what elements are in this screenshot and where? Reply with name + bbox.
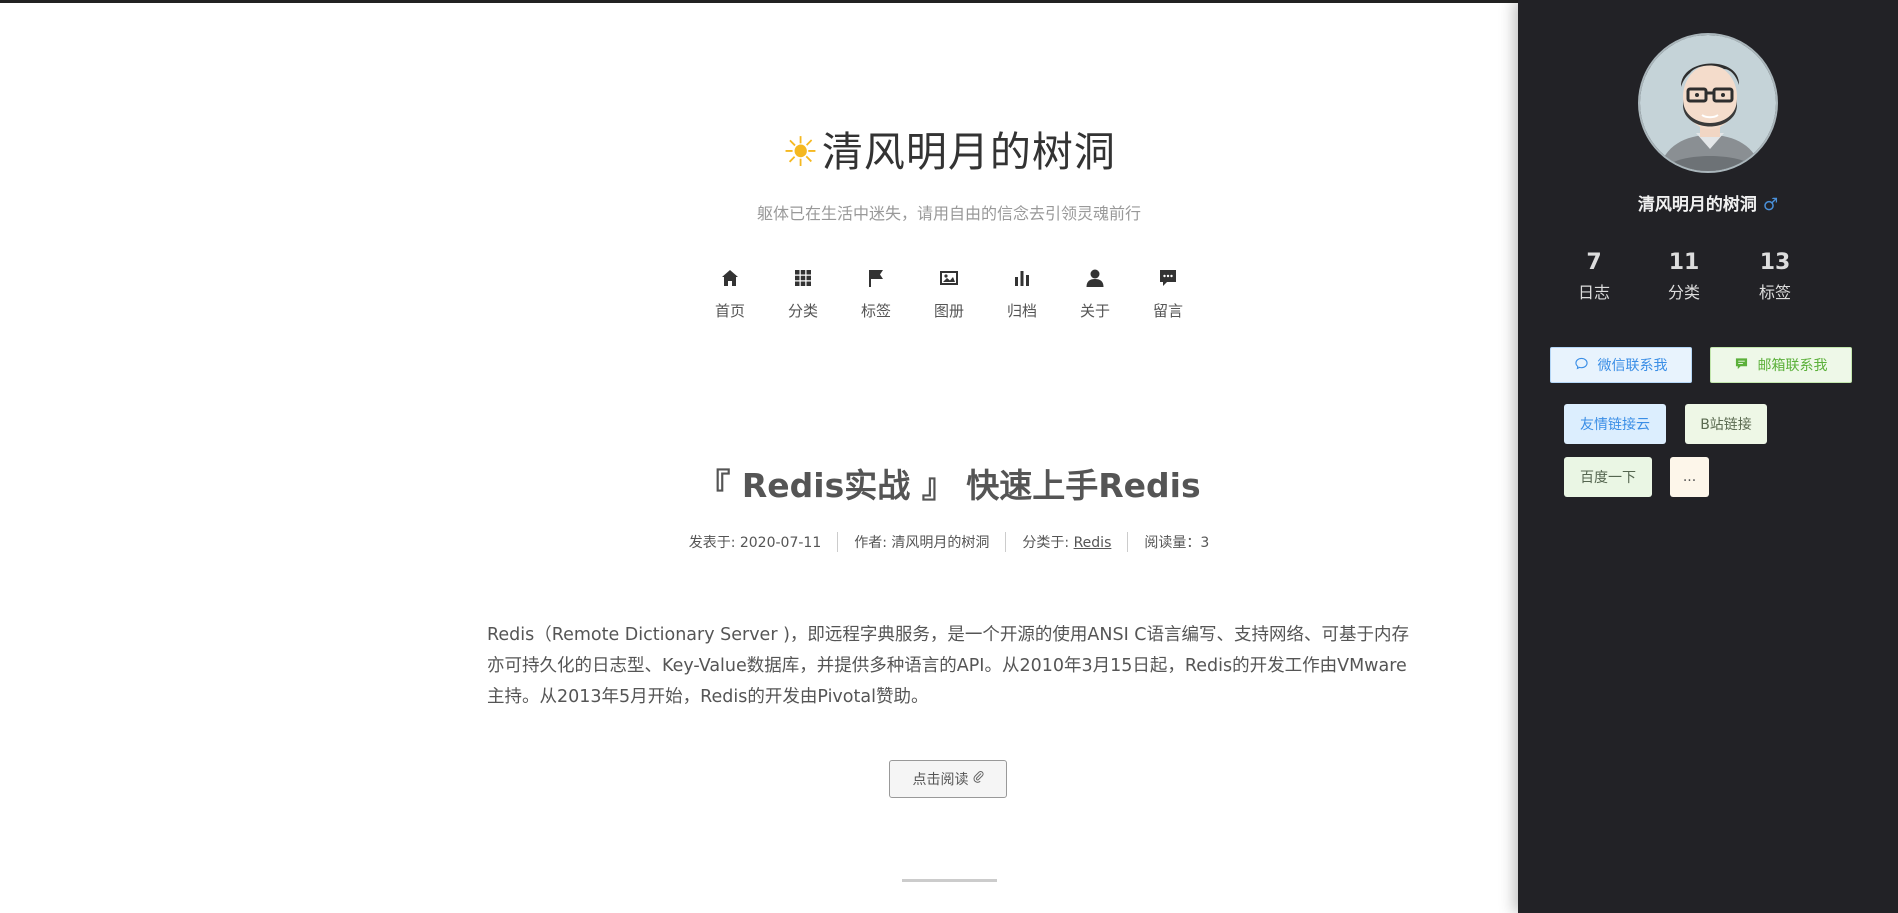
flag-icon xyxy=(854,268,899,292)
stat-posts[interactable]: 7 日志 xyxy=(1554,250,1634,303)
male-icon: ♂ xyxy=(1762,195,1779,215)
bar-chart-icon xyxy=(1000,268,1045,292)
read-more-label: 点击阅读 xyxy=(912,772,969,788)
meta-divider xyxy=(1005,532,1007,552)
category-link[interactable]: Redis xyxy=(1074,535,1112,551)
stat-tags[interactable]: 13 标签 xyxy=(1735,250,1815,303)
grid-icon xyxy=(781,268,826,292)
wechat-contact-label: 微信联系我 xyxy=(1597,358,1668,374)
nav-item-home[interactable]: 首页 xyxy=(708,268,753,321)
nav-item-tags[interactable]: 标签 xyxy=(854,268,899,321)
nav-label: 首页 xyxy=(714,302,745,320)
user-icon xyxy=(1073,268,1118,292)
nav-label: 标签 xyxy=(860,302,891,320)
stat-label: 标签 xyxy=(1758,283,1791,302)
stat-categories[interactable]: 11 分类 xyxy=(1644,250,1724,303)
post-views: 阅读量：3 xyxy=(1144,535,1210,551)
post-divider xyxy=(902,879,997,882)
nav-item-categories[interactable]: 分类 xyxy=(781,268,826,321)
image-icon xyxy=(927,268,972,292)
author-name: 清风明月的树洞 ♂ xyxy=(1518,190,1898,215)
baidu-link[interactable]: 百度一下 xyxy=(1564,457,1652,497)
nav-label: 留言 xyxy=(1152,302,1183,320)
stat-number: 7 xyxy=(1586,250,1602,275)
bilibili-link[interactable]: B站链接 xyxy=(1685,404,1767,444)
nav-label: 分类 xyxy=(787,302,818,320)
nav-label: 归档 xyxy=(1006,302,1037,320)
avatar[interactable] xyxy=(1638,33,1778,173)
category-prefix: 分类于: xyxy=(1022,535,1074,551)
wechat-icon xyxy=(1574,357,1588,374)
nav-label: 图册 xyxy=(933,302,964,320)
nav-item-about[interactable]: 关于 xyxy=(1073,268,1118,321)
nav-item-archive[interactable]: 归档 xyxy=(1000,268,1045,321)
friend-links-link[interactable]: 友情链接云 xyxy=(1564,404,1666,444)
meta-divider xyxy=(1127,532,1129,552)
comment-icon xyxy=(1146,268,1191,292)
paperclip-icon xyxy=(973,771,984,787)
nav-item-gallery[interactable]: 图册 xyxy=(927,268,972,321)
post-date: 发表于: 2020-07-11 xyxy=(688,535,822,551)
wechat-contact-button[interactable]: 微信联系我 xyxy=(1550,347,1692,383)
more-links[interactable]: ... xyxy=(1670,457,1709,497)
stat-label: 分类 xyxy=(1667,283,1700,302)
nav-item-guestbook[interactable]: 留言 xyxy=(1146,268,1191,321)
read-more-button[interactable]: 点击阅读 xyxy=(889,760,1007,798)
meta-divider xyxy=(837,532,839,552)
post-category: 分类于: Redis xyxy=(1022,532,1111,552)
message-icon xyxy=(1735,357,1748,374)
site-title-text: 清风明月的树洞 xyxy=(821,128,1116,176)
sun-icon: ☀ xyxy=(782,128,820,176)
main-content: ☀清风明月的树洞 躯体已在生活中迷失，请用自由的信念去引领灵魂前行 首页 分类 … xyxy=(0,0,1518,913)
email-contact-button[interactable]: 邮箱联系我 xyxy=(1710,347,1852,383)
post-excerpt: Redis（Remote Dictionary Server )，即远程字典服务… xyxy=(487,625,1410,707)
post-author: 作者: 清风明月的树洞 xyxy=(854,535,990,551)
stat-number: 13 xyxy=(1759,250,1791,275)
author-name-text: 清风明月的树洞 xyxy=(1637,195,1757,215)
email-contact-label: 邮箱联系我 xyxy=(1757,358,1828,374)
sidebar: 清风明月的树洞 ♂ 7 日志 11 分类 13 标签 微信联系我 邮箱联系我 友情… xyxy=(1518,0,1898,913)
stat-number: 11 xyxy=(1668,250,1700,275)
home-icon xyxy=(708,268,753,292)
nav-label: 关于 xyxy=(1079,302,1110,320)
stat-label: 日志 xyxy=(1577,283,1610,302)
